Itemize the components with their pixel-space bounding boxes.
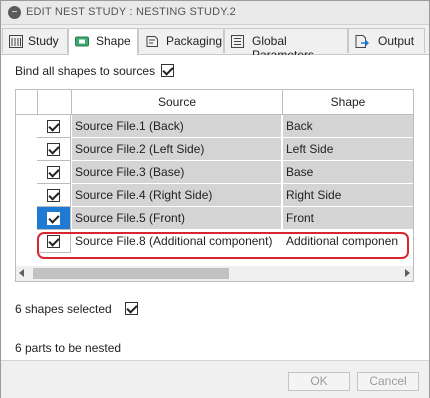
global-parameters-icon: [231, 35, 244, 48]
cancel-button[interactable]: Cancel: [357, 372, 419, 391]
tab-packaging[interactable]: Packaging: [138, 28, 224, 53]
row-header: [16, 161, 38, 184]
row-header: [16, 207, 38, 230]
column-header-shape[interactable]: Shape: [283, 90, 413, 114]
shape-cell[interactable]: Left Side: [283, 138, 413, 161]
row-checkbox[interactable]: [47, 212, 60, 225]
source-cell[interactable]: Source File.3 (Base): [72, 161, 282, 184]
row-check-cell: [37, 184, 71, 207]
shape-cell[interactable]: Base: [283, 161, 413, 184]
tab-shape-label: Shape: [96, 34, 131, 48]
tab-bar: Study Shape Packaging Global Parameters: [1, 28, 429, 62]
row-check-cell: [37, 161, 71, 184]
shape-cell[interactable]: Right Side: [283, 184, 413, 207]
table-row[interactable]: Source File.1 (Back) Back: [16, 115, 413, 138]
tab-study[interactable]: Study: [2, 28, 68, 53]
table-row[interactable]: Source File.2 (Left Side) Left Side: [16, 138, 413, 161]
table-header: Source Shape: [16, 90, 413, 115]
shape-icon: [75, 36, 89, 47]
scroll-thumb[interactable]: [33, 268, 229, 279]
row-checkbox[interactable]: [47, 166, 60, 179]
highlight-annotation: [37, 232, 409, 259]
row-check-cell: [37, 115, 71, 138]
tab-study-label: Study: [28, 34, 59, 48]
shapes-selected-label: 6 shapes selected: [15, 302, 112, 316]
shape-panel: Bind all shapes to sources Source Shape …: [1, 55, 429, 360]
title-bar: − EDIT NEST STUDY : NESTING STUDY.2: [1, 1, 429, 25]
source-cell[interactable]: Source File.4 (Right Side): [72, 184, 282, 207]
horizontal-scrollbar[interactable]: [16, 266, 413, 281]
packaging-icon: [146, 36, 158, 47]
dialog-title: EDIT NEST STUDY : NESTING STUDY.2: [26, 6, 236, 18]
scroll-right-icon[interactable]: [405, 269, 410, 277]
tab-output-label: Output: [378, 34, 415, 48]
tab-packaging-label: Packaging: [166, 34, 223, 48]
ok-button[interactable]: OK: [288, 372, 350, 391]
table-row[interactable]: Source File.3 (Base) Base: [16, 161, 413, 184]
check-column-header: [37, 90, 72, 114]
tab-shape[interactable]: Shape: [68, 28, 138, 55]
scroll-left-icon[interactable]: [19, 269, 24, 277]
source-cell[interactable]: Source File.2 (Left Side): [72, 138, 282, 161]
edit-nest-study-dialog: − EDIT NEST STUDY : NESTING STUDY.2 Stud…: [0, 0, 430, 398]
output-icon: [355, 35, 369, 48]
source-cell[interactable]: Source File.5 (Front): [72, 207, 282, 230]
row-checkbox[interactable]: [47, 143, 60, 156]
row-check-cell: [37, 138, 71, 161]
row-header: [16, 138, 38, 161]
bind-all-checkbox[interactable]: [161, 64, 174, 77]
bind-all-label: Bind all shapes to sources: [15, 64, 156, 78]
tab-global-parameters[interactable]: Global Parameters: [224, 28, 348, 62]
row-check-cell: [37, 207, 71, 230]
row-header: [16, 230, 38, 253]
row-checkbox[interactable]: [47, 189, 60, 202]
minus-circle-icon[interactable]: −: [8, 6, 21, 19]
shape-cell[interactable]: Front: [283, 207, 413, 230]
tab-output[interactable]: Output: [348, 28, 425, 53]
row-header: [16, 184, 38, 207]
row-header-corner: [16, 90, 38, 114]
shape-cell[interactable]: Back: [283, 115, 413, 138]
table-row[interactable]: Source File.4 (Right Side) Right Side: [16, 184, 413, 207]
shapes-selected-checkbox[interactable]: [125, 302, 138, 315]
study-icon: [9, 35, 23, 48]
row-checkbox[interactable]: [47, 120, 60, 133]
parts-to-nest-label: 6 parts to be nested: [15, 341, 122, 355]
column-header-source[interactable]: Source: [72, 90, 283, 114]
dialog-footer: OK Cancel: [1, 360, 429, 398]
row-header: [16, 115, 38, 138]
source-cell[interactable]: Source File.1 (Back): [72, 115, 282, 138]
table-row-selected[interactable]: Source File.5 (Front) Front: [16, 207, 413, 230]
